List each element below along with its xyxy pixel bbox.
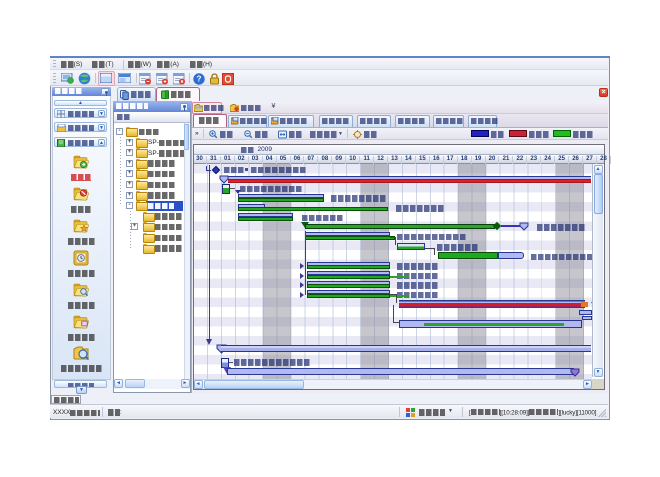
svg-text:?: ? <box>196 74 201 83</box>
